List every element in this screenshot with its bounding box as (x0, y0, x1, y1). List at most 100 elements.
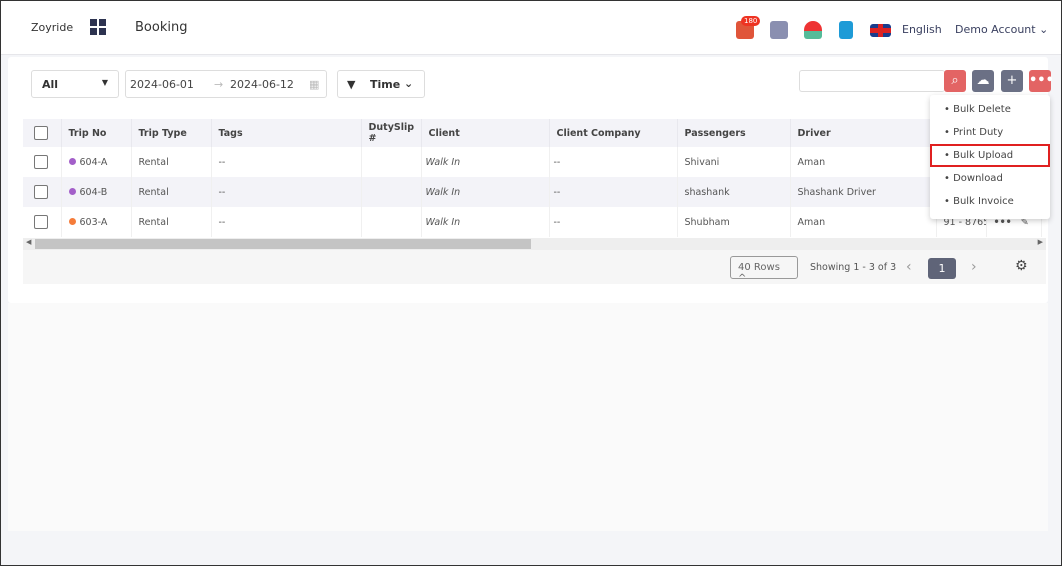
scroll-left-icon[interactable]: ◀ (26, 238, 31, 246)
info-book-icon[interactable] (839, 21, 853, 39)
caret-down-icon: ▼ (101, 78, 108, 87)
trip-no[interactable]: 604-A (80, 157, 108, 168)
client: Walk In (421, 177, 550, 207)
menu-item-bulk-invoice[interactable]: • Bulk Invoice (930, 190, 1050, 213)
more-actions-menu: • Bulk Delete • Print Duty • Bulk Upload… (930, 95, 1050, 219)
table-row[interactable]: 604-A Rental -- Walk In -- Shivani Aman (23, 147, 1042, 177)
scrollbar-thumb[interactable] (35, 239, 531, 249)
gear-icon[interactable]: ⚙ (1015, 258, 1028, 274)
dutyslip (361, 177, 422, 207)
driver: Shashank Driver (790, 177, 937, 207)
account-menu[interactable]: Demo Account ⌄ (955, 23, 1048, 36)
trip-type: Rental (131, 207, 212, 237)
time-filter-button[interactable]: ▼ Time ⌄ (337, 70, 425, 98)
column-header[interactable]: Passengers (677, 119, 791, 147)
time-filter-label: Time (370, 78, 401, 91)
next-page-icon[interactable]: › (971, 259, 977, 275)
more-actions-button[interactable]: ••• (1029, 70, 1054, 92)
passengers: Shivani (677, 147, 791, 177)
menu-item-print-duty[interactable]: • Print Duty (930, 121, 1050, 144)
menu-item-label: Print Duty (953, 127, 1004, 138)
dutyslip (361, 207, 422, 237)
table-row[interactable]: 604-B Rental -- Walk In -- shashank Shas… (23, 177, 1042, 207)
client-company: -- (549, 147, 678, 177)
driver: Aman (790, 147, 937, 177)
apps-grid-icon[interactable] (90, 19, 106, 35)
dutyslip (361, 147, 422, 177)
chevron-up-icon: ^ (738, 273, 747, 284)
tags: -- (211, 147, 362, 177)
more-dots-icon: ••• (1029, 73, 1054, 88)
table-header: Trip No Trip Type Tags DutySlip # Client… (23, 119, 1042, 147)
trip-type: Rental (131, 147, 212, 177)
status-dot (68, 157, 76, 165)
bookings-table: Trip No Trip Type Tags DutySlip # Client… (23, 119, 1042, 237)
add-button[interactable]: + (1001, 70, 1023, 92)
menu-item-label: Download (953, 173, 1003, 184)
search-icon: ⌕ (951, 73, 959, 88)
search-input[interactable] (799, 70, 945, 92)
language-selector[interactable]: English (902, 23, 942, 36)
uk-flag-icon[interactable] (870, 24, 891, 37)
client: Walk In (421, 147, 550, 177)
menu-item-bulk-upload[interactable]: • Bulk Upload (930, 144, 1050, 167)
notification-badge: 180 (741, 16, 761, 26)
page-1-button[interactable]: 1 (928, 258, 956, 279)
menu-item-download[interactable]: • Download (930, 167, 1050, 190)
date-from[interactable]: 2024-06-01 (130, 78, 194, 91)
select-all-checkbox[interactable] (34, 126, 48, 140)
menu-item-label: Bulk Invoice (953, 196, 1014, 207)
column-header[interactable]: Client Company (549, 119, 678, 147)
cloud-download-icon: ☁ (976, 73, 990, 88)
client: Walk In (421, 207, 550, 237)
showing-count: Showing 1 - 3 of 3 (810, 262, 897, 273)
status-filter-value: All (42, 78, 59, 91)
horizontal-scrollbar[interactable]: ◀ ▶ (23, 238, 1046, 250)
map-pin-icon[interactable] (804, 21, 822, 39)
column-header[interactable]: Trip No (61, 119, 132, 147)
date-range-picker[interactable]: 2024-06-01 → 2024-06-12 ▦ (125, 70, 327, 98)
menu-item-label: Bulk Upload (953, 150, 1014, 161)
date-to[interactable]: 2024-06-12 (230, 78, 294, 91)
cloud-download-button[interactable]: ☁ (972, 70, 994, 92)
passengers: shashank (677, 177, 791, 207)
status-filter-select[interactable]: All ▼ (31, 70, 119, 98)
plus-icon: + (1006, 73, 1018, 88)
column-header[interactable]: Driver (790, 119, 937, 147)
rows-per-page-select[interactable]: 40 Rows ^ (730, 256, 798, 284)
trip-no[interactable]: 604-B (80, 187, 108, 198)
trip-no[interactable]: 603-A (80, 217, 108, 228)
row-checkbox[interactable] (34, 215, 48, 229)
row-checkbox[interactable] (34, 185, 48, 199)
tags: -- (211, 207, 362, 237)
column-header[interactable]: Client (421, 119, 550, 147)
column-header[interactable]: Tags (211, 119, 362, 147)
prev-page-icon[interactable]: ‹ (906, 259, 912, 275)
column-header[interactable]: Trip Type (131, 119, 212, 147)
client-company: -- (549, 207, 678, 237)
menu-item-label: Bulk Delete (953, 104, 1011, 115)
filter-funnel-icon: ▼ (347, 78, 356, 91)
driver: Aman (790, 207, 937, 237)
tags: -- (211, 177, 362, 207)
store-location-icon[interactable] (770, 21, 788, 39)
table-row[interactable]: 603-A Rental -- Walk In -- Shubham Aman … (23, 207, 1042, 237)
chevron-down-icon: ⌄ (404, 77, 414, 90)
content-background (8, 303, 1048, 531)
client-company: -- (549, 177, 678, 207)
menu-item-bulk-delete[interactable]: • Bulk Delete (930, 98, 1050, 121)
rows-per-page-value: 40 Rows (738, 262, 780, 273)
row-checkbox[interactable] (34, 155, 48, 169)
status-dot (68, 187, 76, 195)
column-header[interactable]: DutySlip # (361, 119, 422, 147)
status-dot (68, 217, 76, 225)
page-title: Booking (135, 20, 188, 35)
account-name: Demo Account (955, 23, 1036, 36)
search-button[interactable]: ⌕ (944, 70, 966, 92)
arrow-right-icon: → (214, 78, 224, 91)
calendar-icon: ▦ (309, 78, 320, 91)
chevron-down-icon: ⌄ (1039, 23, 1049, 36)
top-bar: Zoyride Booking 180 English Demo Account… (1, 1, 1061, 55)
scroll-right-icon[interactable]: ▶ (1038, 238, 1043, 246)
brand-logo[interactable]: Zoyride (31, 21, 73, 34)
